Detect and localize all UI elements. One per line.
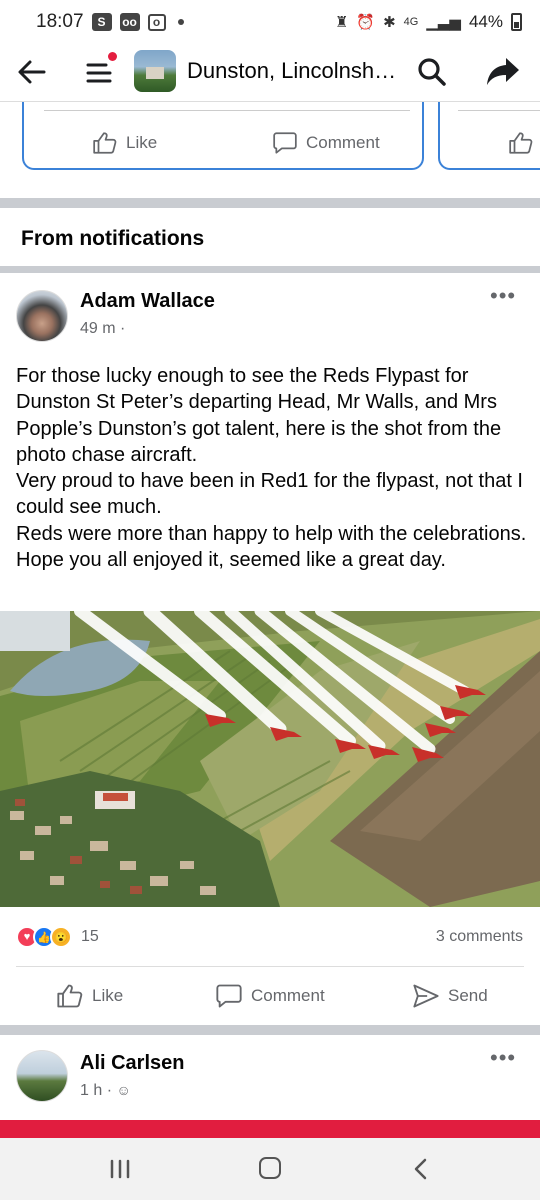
globe-icon: ☺: [116, 1082, 131, 1098]
post-time[interactable]: 49 m ·: [80, 320, 125, 337]
bluetooth-icon: ✱: [383, 14, 396, 31]
network-type: 4G: [403, 16, 419, 28]
send-label: Send: [448, 986, 488, 1005]
author-avatar[interactable]: [16, 290, 68, 342]
post-paragraph: Hope you all enjoyed it, seemed like a g…: [16, 549, 446, 572]
section-title: From notifications: [21, 227, 205, 250]
thumbs-up-icon: [93, 132, 117, 154]
post-time[interactable]: 1 h ·: [80, 1082, 112, 1099]
send-icon: [413, 984, 439, 1008]
carousel-card: Like Comment: [22, 102, 424, 170]
post-timestamp: 49 m ·: [80, 320, 125, 338]
carousel-like-label: Like: [126, 133, 158, 152]
group-avatar[interactable]: [134, 50, 176, 92]
wow-reaction-icon: 😮: [50, 926, 72, 948]
notification-app-icon: o: [147, 13, 166, 31]
reaction-summary[interactable]: ♥ 👍 😮 15: [16, 926, 99, 948]
like-button[interactable]: Like: [56, 982, 123, 1010]
reaction-count: 15: [81, 928, 99, 945]
more-notifications-dot-icon: [177, 19, 184, 25]
suggested-posts-carousel: Like Comment: [0, 102, 540, 194]
hamburger-menu-icon[interactable]: [84, 58, 114, 88]
send-button[interactable]: Send: [412, 982, 488, 1010]
notification-s-icon: S: [91, 13, 112, 31]
comment-button[interactable]: Comment: [215, 982, 325, 1010]
author-avatar[interactable]: [16, 1050, 68, 1102]
status-time: 18:07: [36, 11, 84, 32]
post-body: For those lucky enough to see the Reds F…: [16, 363, 528, 573]
post-paragraph: For those lucky enough to see the Reds F…: [16, 365, 502, 466]
post-more-options-icon[interactable]: •••: [490, 285, 522, 310]
post-paragraph: Very proud to have been in Red1 for the …: [16, 470, 523, 519]
carousel-next-like-button[interactable]: [508, 130, 534, 156]
red-banner: [0, 1120, 540, 1138]
alarm-icon: ⏰: [356, 14, 376, 31]
recent-apps-icon[interactable]: [109, 1159, 131, 1179]
signal-icon: ▁▃▅: [426, 14, 461, 31]
carousel-card-next: [438, 102, 540, 170]
thumbs-up-icon: [509, 132, 533, 154]
thumbs-up-icon: [57, 984, 83, 1008]
divider: [16, 966, 524, 967]
home-icon[interactable]: [259, 1157, 281, 1179]
section-separator: [0, 266, 540, 273]
post-photo[interactable]: [0, 611, 540, 907]
like-label: Like: [92, 986, 124, 1005]
share-icon[interactable]: [486, 56, 520, 86]
section-separator: [0, 198, 540, 208]
post-separator: [0, 1025, 540, 1035]
system-navigation-bar: [0, 1138, 540, 1200]
post-paragraph: Reds were more than happy to help with t…: [16, 522, 527, 545]
system-back-icon[interactable]: [413, 1158, 427, 1180]
comment-bubble-icon: [273, 132, 297, 154]
carousel-like-button[interactable]: Like: [92, 130, 157, 156]
comments-count[interactable]: 3 comments: [436, 928, 523, 946]
status-bar: 18:07 S oo o ♜ ⏰ ✱ 4G ▁▃▅ 44%: [0, 0, 540, 44]
battery-icon: [511, 13, 522, 31]
group-title[interactable]: Dunston, Lincolnsh…: [187, 58, 396, 84]
carousel-comment-button[interactable]: Comment: [272, 130, 380, 156]
post-author[interactable]: Ali Carlsen: [80, 1052, 184, 1075]
post-more-options-icon[interactable]: •••: [490, 1047, 516, 1069]
carousel-comment-label: Comment: [306, 133, 380, 152]
notification-voicemail-icon: oo: [119, 13, 140, 31]
post-timestamp: 1 h · ☺: [80, 1082, 131, 1100]
silent-icon: ♜: [334, 14, 349, 31]
comment-label: Comment: [251, 986, 325, 1005]
back-arrow-icon[interactable]: [16, 56, 48, 88]
comment-bubble-icon: [216, 984, 242, 1008]
battery-percent: 44%: [468, 12, 503, 31]
post-author[interactable]: Adam Wallace: [80, 290, 215, 313]
search-icon[interactable]: [416, 56, 448, 88]
menu-notification-dot: [108, 52, 117, 61]
